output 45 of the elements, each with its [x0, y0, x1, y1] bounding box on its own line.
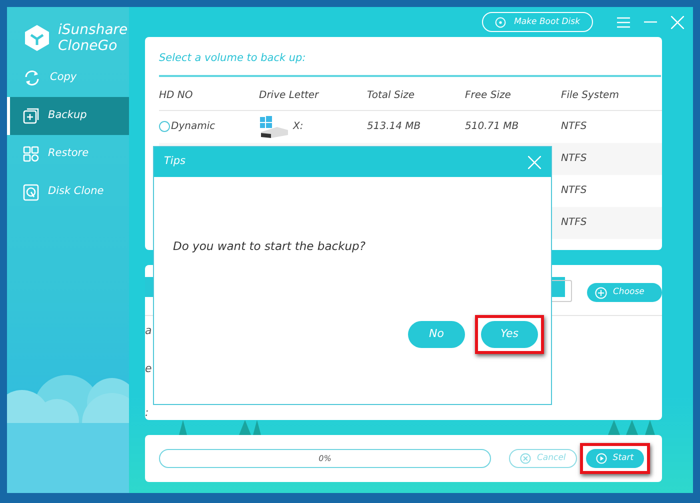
sidebar-item[interactable]: Copy: [7, 59, 129, 97]
table-cell: 510.71 MB: [465, 121, 519, 132]
radio-button[interactable]: [159, 121, 170, 132]
minimize-icon[interactable]: [644, 21, 657, 23]
no-button[interactable]: No: [408, 321, 465, 348]
table-cell: NTFS: [561, 185, 587, 196]
yes-button[interactable]: Yes: [481, 321, 538, 348]
drive-icon: [259, 116, 289, 138]
table-cell: 513.14 MB: [367, 121, 421, 132]
column-header: Total Size: [366, 88, 416, 103]
field-label: a: [145, 323, 152, 339]
logo-icon: [24, 24, 50, 52]
make-boot-disk-button[interactable]: Make Boot Disk: [482, 12, 593, 32]
menu-icon[interactable]: [617, 16, 630, 28]
grid-icon: [23, 146, 39, 162]
plus-circle-icon: [595, 286, 607, 298]
play-icon: [596, 453, 607, 464]
dialog-title: Tips: [164, 154, 186, 170]
plus-square-icon: [23, 108, 39, 124]
column-header: File System: [560, 88, 620, 103]
field-label: e: [145, 361, 152, 377]
cancel-icon: [520, 453, 531, 464]
table-cell: NTFS: [561, 217, 587, 228]
progress-text: 0%: [318, 452, 332, 464]
panel-title: Select a volume to back up:: [159, 49, 661, 77]
field-label: :: [145, 405, 149, 421]
disc-icon: [495, 16, 506, 28]
close-icon[interactable]: [528, 156, 541, 168]
sidebar-item[interactable]: Restore: [7, 135, 129, 173]
app-name: iSunshare: [58, 22, 128, 38]
app-name: CloneGo: [58, 38, 118, 54]
start-button[interactable]: Start: [586, 449, 644, 468]
sidebar-item[interactable]: Disk Clone: [7, 173, 129, 211]
column-header: Drive Letter: [259, 88, 320, 103]
close-icon[interactable]: [671, 16, 684, 28]
table-cell-text: Dynamic: [171, 120, 216, 134]
table-cell: NTFS: [561, 153, 587, 164]
table-cell: NTFS: [561, 121, 587, 132]
dialog-message: Do you want to start the backup?: [173, 238, 366, 255]
column-header: Free Size: [464, 88, 512, 103]
table-cell-text: X:: [293, 120, 304, 134]
sync-icon: [23, 70, 41, 86]
column-header: HD NO: [159, 88, 194, 103]
choose-button[interactable]: Choose: [587, 283, 662, 302]
sidebar-item[interactable]: Backup: [7, 97, 129, 135]
